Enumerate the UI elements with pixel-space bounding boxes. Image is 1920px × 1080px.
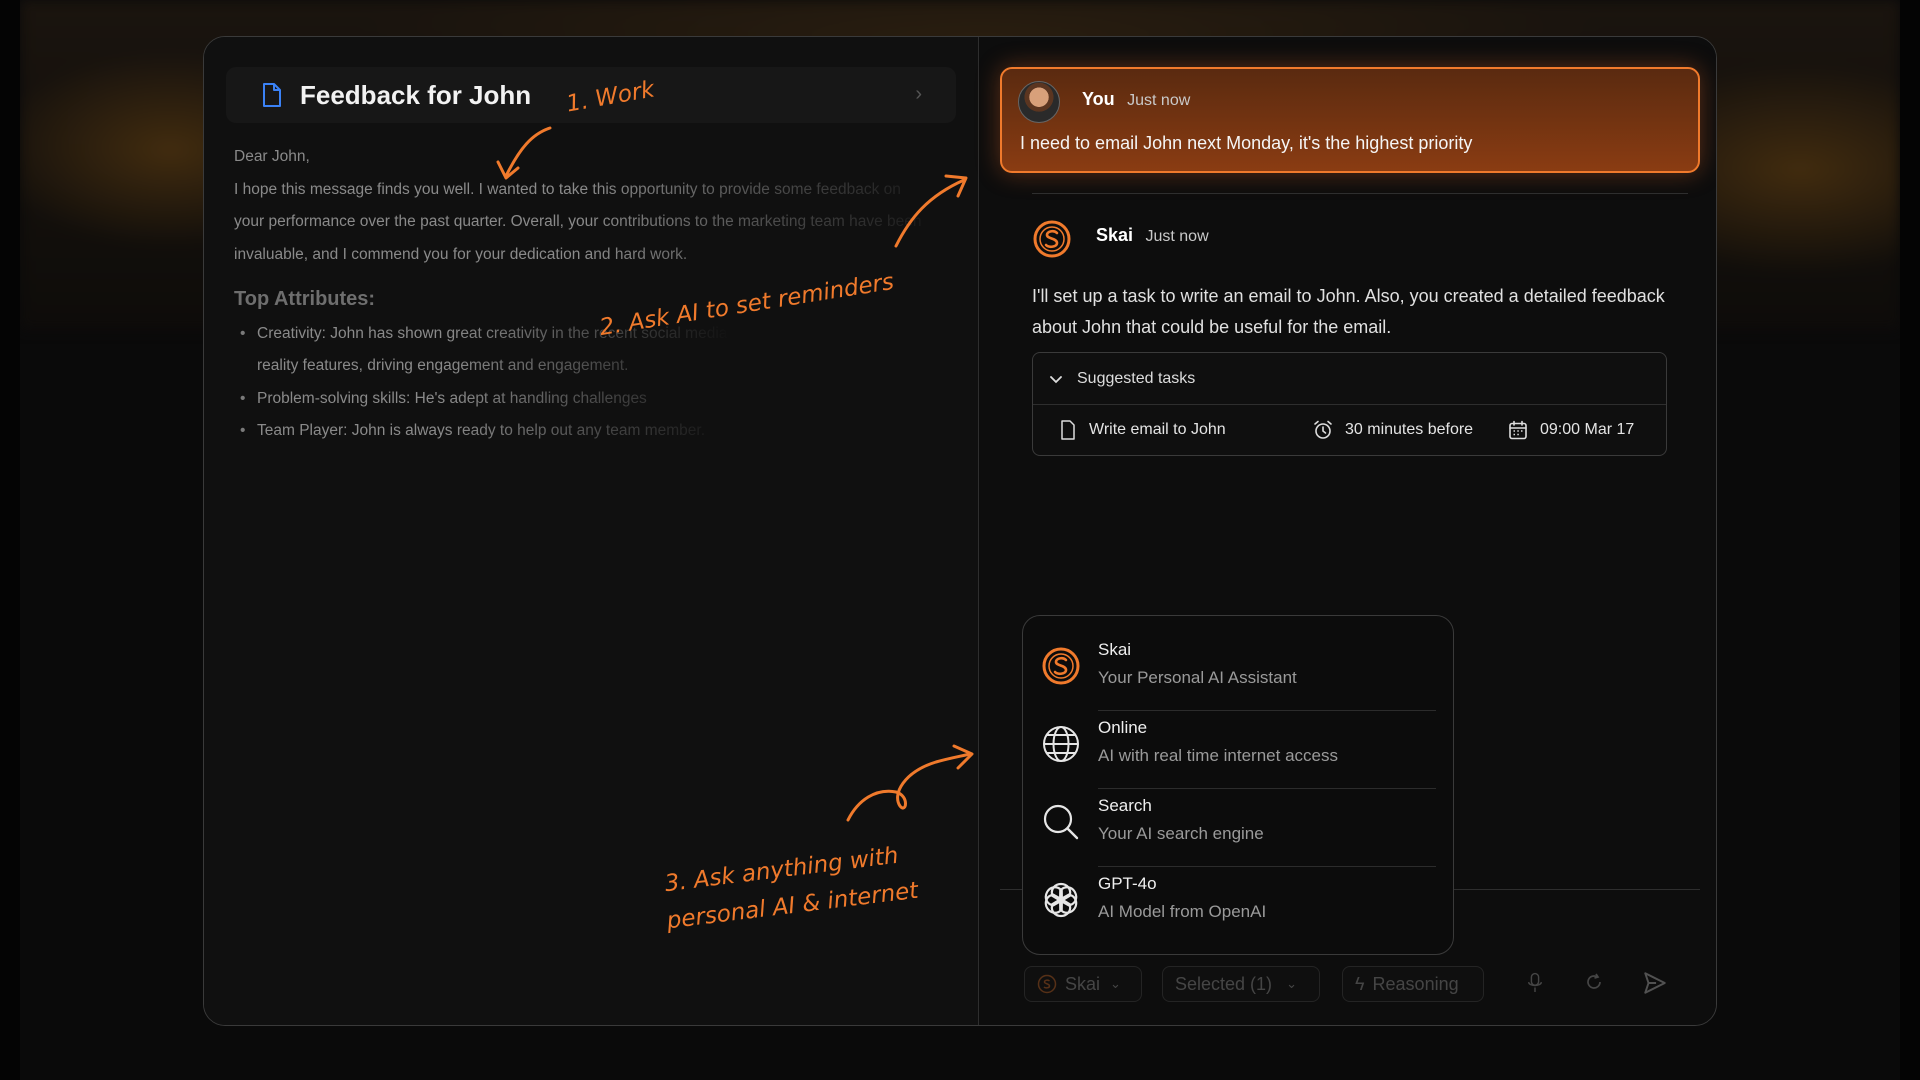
lightning-icon: ϟ xyxy=(1355,973,1365,994)
avatar xyxy=(1018,81,1060,123)
model-option-title: Search xyxy=(1098,796,1152,815)
calendar-icon xyxy=(1509,420,1527,440)
document-title: Feedback for John xyxy=(300,79,532,110)
task-due-date: 09:00 Mar 17 xyxy=(1540,421,1635,438)
model-option-title: Skai xyxy=(1098,640,1132,659)
skai-logo-icon xyxy=(1042,647,1080,685)
document-icon xyxy=(263,83,281,107)
user-name: You xyxy=(1082,89,1115,109)
model-option-gpt4o[interactable]: GPT-4o AI Model from OpenAI xyxy=(1023,862,1453,940)
suggested-tasks-toggle[interactable]: Suggested tasks xyxy=(1033,353,1666,405)
user-message-time: Just now xyxy=(1127,92,1191,109)
model-option-search[interactable]: Search Your AI search engine xyxy=(1023,784,1453,862)
ai-name: Skai xyxy=(1096,225,1134,245)
annotation-arrow-ask-anything xyxy=(846,744,974,822)
list-item: Creativity: John has shown great creativ… xyxy=(234,318,934,383)
reasoning-toggle[interactable]: ϟ Reasoning xyxy=(1342,966,1484,1002)
background-edge-right xyxy=(1900,0,1920,1080)
chevron-down-icon xyxy=(1050,375,1062,383)
annotation-arrow-reminders xyxy=(894,174,968,248)
model-menu: Skai Your Personal AI Assistant Online A… xyxy=(1022,615,1454,955)
composer-toolbar: Skai ⌄ Selected (1) ⌄ ϟ Reasoning xyxy=(1024,966,1684,1006)
selected-context-button[interactable]: Selected (1) ⌄ xyxy=(1162,966,1320,1002)
task-reminder: 30 minutes before xyxy=(1345,421,1474,438)
model-select-label: Skai xyxy=(1065,973,1101,994)
message-divider xyxy=(1032,193,1688,194)
selected-context-label: Selected (1) xyxy=(1175,973,1273,994)
ai-message-text: I'll set up a task to write an email to … xyxy=(1032,286,1665,337)
model-option-subtitle: AI with real time internet access xyxy=(1098,746,1338,765)
model-option-online[interactable]: Online AI with real time internet access xyxy=(1023,706,1453,784)
model-option-title: GPT-4o xyxy=(1098,874,1157,893)
openai-icon xyxy=(1044,882,1078,918)
alarm-clock-icon xyxy=(1314,420,1332,439)
document-paragraph: I hope this message finds you well. I wa… xyxy=(234,180,922,263)
send-icon[interactable] xyxy=(1642,970,1668,996)
model-option-subtitle: Your AI search engine xyxy=(1098,824,1264,843)
document-icon xyxy=(1061,420,1075,440)
model-select-button[interactable]: Skai ⌄ xyxy=(1024,966,1142,1002)
globe-icon xyxy=(1043,726,1079,762)
model-option-title: Online xyxy=(1098,718,1148,737)
ai-message-time: Just now xyxy=(1145,228,1209,245)
reasoning-label: Reasoning xyxy=(1372,973,1459,994)
task-name: Write email to John xyxy=(1089,421,1226,438)
document-greeting: Dear John, xyxy=(234,148,310,165)
list-item: Team Player: John is always ready to hel… xyxy=(234,415,934,448)
chevron-down-icon: ⌄ xyxy=(1110,976,1121,991)
chevron-down-icon: ⌄ xyxy=(1286,976,1297,991)
user-message: You Just now I need to email John next M… xyxy=(1000,67,1700,173)
user-message-text: I need to email John next Monday, it's t… xyxy=(1020,133,1473,153)
skai-logo-icon xyxy=(1033,220,1071,258)
model-option-subtitle: Your Personal AI Assistant xyxy=(1098,668,1297,687)
refresh-icon[interactable] xyxy=(1584,972,1604,992)
background-edge-left xyxy=(0,0,20,1080)
skai-logo-icon xyxy=(1037,974,1057,994)
task-row[interactable]: Write email to John 30 minutes before 09… xyxy=(1033,405,1666,455)
suggested-tasks-panel: Suggested tasks Write email to John 30 m… xyxy=(1032,352,1667,456)
attributes-list: Creativity: John has shown great creativ… xyxy=(234,318,934,448)
microphone-icon[interactable] xyxy=(1526,972,1544,994)
model-option-subtitle: AI Model from OpenAI xyxy=(1098,902,1267,921)
search-icon xyxy=(1043,804,1079,840)
list-item: Problem-solving skills: He's adept at ha… xyxy=(234,383,934,416)
suggested-tasks-label: Suggested tasks xyxy=(1077,369,1196,387)
model-option-skai[interactable]: Skai Your Personal AI Assistant xyxy=(1023,628,1453,706)
document-pane: Feedback for John › Dear John, I hope th… xyxy=(204,37,979,1025)
chevron-right-icon[interactable]: › xyxy=(915,83,922,106)
annotation-arrow-work xyxy=(496,126,552,180)
